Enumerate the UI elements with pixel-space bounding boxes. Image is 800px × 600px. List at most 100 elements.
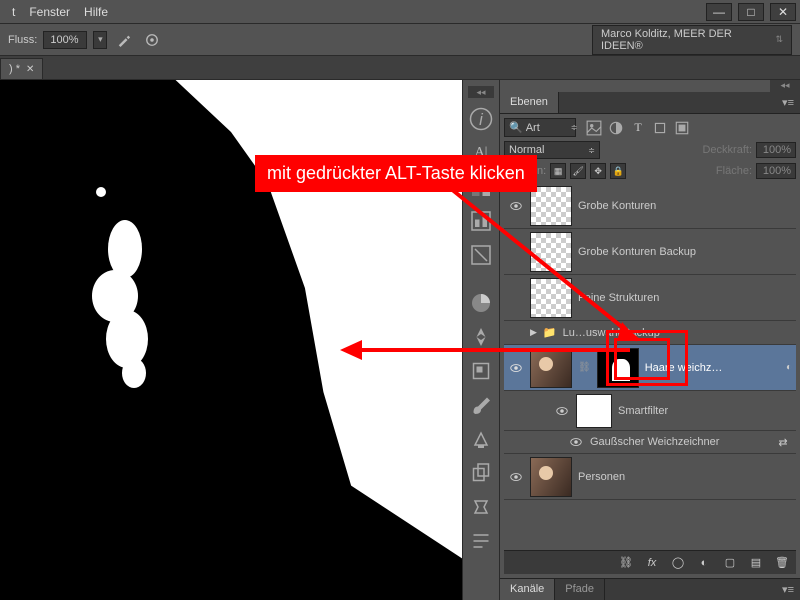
styles-icon[interactable]: [468, 242, 494, 268]
menu-item-help[interactable]: Hilfe: [84, 5, 108, 19]
title-bar: t Fenster Hilfe — □ ✕: [0, 0, 800, 24]
minimize-button[interactable]: —: [706, 3, 732, 21]
window-buttons: — □ ✕: [706, 3, 796, 21]
trash-icon[interactable]: 🗑: [774, 556, 790, 569]
layer-name[interactable]: Grobe Konturen: [578, 200, 792, 212]
annotation-callout: mit gedrückter ALT-Taste klicken: [255, 155, 537, 192]
panel-menu-icon[interactable]: ▾≡: [776, 92, 800, 113]
filter-name[interactable]: Gaußscher Weichzeichner: [590, 436, 768, 448]
adjustments-icon[interactable]: [468, 208, 494, 234]
layer-row[interactable]: Personen: [504, 454, 796, 500]
svg-text:i: i: [479, 111, 484, 129]
group-icon[interactable]: ▢: [722, 556, 738, 569]
main-menu: t Fenster Hilfe: [4, 5, 108, 19]
document-title: ) *: [9, 63, 20, 75]
airbrush-icon[interactable]: [113, 29, 135, 51]
filter-mask-thumbnail[interactable]: [576, 394, 612, 428]
channels-tab[interactable]: Kanäle: [500, 579, 555, 600]
filter-row[interactable]: Gaußscher Weichzeichner ⇄: [504, 431, 796, 454]
layers-tab[interactable]: Ebenen: [500, 92, 559, 113]
layer-search[interactable]: 🔍 ≑: [504, 118, 576, 137]
mask-highlight: [122, 358, 146, 388]
chevron-down-icon: ≑: [571, 123, 578, 132]
add-mask-icon[interactable]: ◯: [670, 556, 686, 569]
visibility-toggle[interactable]: [508, 199, 524, 213]
layer-thumbnail[interactable]: [530, 348, 572, 388]
brush-presets-icon[interactable]: [468, 426, 494, 452]
smartfilter-label: Smartfilter: [618, 405, 792, 417]
bottom-panel-tabs: Kanäle Pfade ▾≡: [500, 578, 800, 600]
menu-item[interactable]: t: [12, 5, 15, 19]
navigator-icon[interactable]: [468, 324, 494, 350]
paragraph-icon[interactable]: [468, 528, 494, 554]
mask-highlight: [96, 187, 106, 197]
fill-label: Fläche:: [716, 165, 752, 177]
panel-collapse[interactable]: ◂◂: [770, 80, 800, 92]
options-bar: Fluss: 100% Marco Kolditz, MEER DER IDEE…: [0, 24, 800, 56]
workspace-label: Marco Kolditz, MEER DER IDEEN®: [601, 28, 775, 52]
layer-name[interactable]: Feine Strukturen: [578, 292, 792, 304]
layer-search-input[interactable]: [526, 122, 568, 134]
info-icon[interactable]: i: [468, 106, 494, 132]
collapse-toggle[interactable]: ◂◂: [468, 86, 494, 98]
image-filter-icon[interactable]: [586, 120, 602, 136]
chevron-down-icon: ≑: [588, 146, 595, 155]
maximize-button[interactable]: □: [738, 3, 764, 21]
folder-icon: 📁: [543, 326, 557, 339]
tool-presets-icon[interactable]: [468, 494, 494, 520]
lock-all-icon[interactable]: 🔒: [610, 163, 626, 179]
adjustment-layer-icon[interactable]: ◐: [696, 557, 712, 569]
workspace-selector[interactable]: Marco Kolditz, MEER DER IDEEN® ⇅: [592, 25, 792, 55]
disclosure-icon[interactable]: ▶: [530, 327, 537, 338]
clone-source-icon[interactable]: [468, 460, 494, 486]
layer-row[interactable]: Grobe Konturen Backup: [504, 229, 796, 275]
layer-filter-icons: T: [586, 120, 690, 136]
visibility-toggle[interactable]: [554, 404, 570, 418]
layer-thumbnail[interactable]: [530, 457, 572, 497]
layer-name[interactable]: Personen: [578, 471, 792, 483]
layers-footer: ⛓ fx ◯ ◐ ▢ ▤ 🗑: [504, 550, 796, 574]
flow-value[interactable]: 100%: [43, 31, 87, 49]
brush-icon[interactable]: [468, 392, 494, 418]
layer-thumbnail[interactable]: [530, 232, 572, 272]
lock-transparency-icon[interactable]: ▦: [550, 163, 566, 179]
layer-thumbnail[interactable]: [530, 278, 572, 318]
chevron-updown-icon: ⇅: [775, 34, 783, 45]
flow-dropdown[interactable]: [93, 31, 107, 49]
visibility-toggle[interactable]: [508, 470, 524, 484]
smart-filter-icon[interactable]: [674, 120, 690, 136]
filter-blend-icon[interactable]: ⇄: [774, 436, 792, 449]
fill-value[interactable]: 100%: [756, 163, 796, 179]
document-tab[interactable]: ) * ✕: [0, 58, 43, 79]
annotation-highlight-box-inner: [614, 338, 670, 380]
flow-label: Fluss:: [8, 34, 37, 46]
opacity-label: Deckkraft:: [702, 144, 752, 156]
adjustment-filter-icon[interactable]: [608, 120, 624, 136]
document-tab-bar: ) * ✕: [0, 56, 800, 80]
close-button[interactable]: ✕: [770, 3, 796, 21]
shape-filter-icon[interactable]: [652, 120, 668, 136]
search-icon: 🔍: [509, 121, 523, 134]
type-filter-icon[interactable]: T: [630, 120, 646, 136]
paths-tab[interactable]: Pfade: [555, 579, 605, 600]
lock-position-icon[interactable]: ✥: [590, 163, 606, 179]
tablet-pressure-icon[interactable]: [141, 29, 163, 51]
panel-menu-icon[interactable]: ▾≡: [776, 579, 800, 600]
opacity-value[interactable]: 100%: [756, 142, 796, 158]
smartfilter-row[interactable]: Smartfilter: [504, 391, 796, 431]
color-icon[interactable]: [468, 290, 494, 316]
layer-row[interactable]: Feine Strukturen: [504, 275, 796, 321]
mask-link-icon[interactable]: ⛓: [578, 362, 591, 373]
lock-image-icon[interactable]: 🖌: [570, 163, 586, 179]
visibility-toggle[interactable]: [568, 435, 584, 449]
layer-name[interactable]: Grobe Konturen Backup: [578, 246, 792, 258]
layer-row[interactable]: Grobe Konturen: [504, 183, 796, 229]
new-layer-icon[interactable]: ▤: [748, 556, 764, 569]
history-icon[interactable]: [468, 358, 494, 384]
fx-icon[interactable]: fx: [644, 557, 660, 569]
menu-item-window[interactable]: Fenster: [29, 5, 70, 19]
close-tab-icon[interactable]: ✕: [26, 64, 34, 75]
visibility-toggle[interactable]: [508, 361, 524, 375]
link-layers-icon[interactable]: ⛓: [618, 556, 634, 569]
smart-object-badge: ◐: [786, 362, 792, 373]
